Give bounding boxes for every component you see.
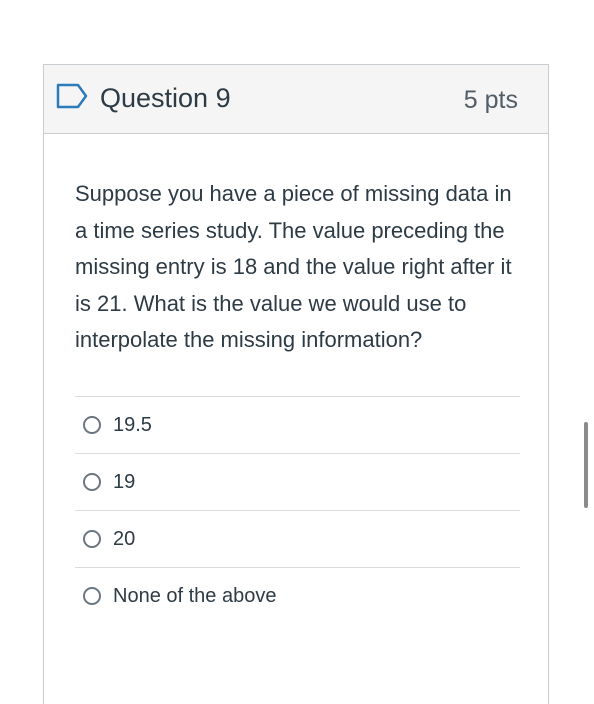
answer-label: 20 (113, 527, 136, 550)
question-points: 5 pts (463, 86, 518, 114)
radio-button[interactable] (83, 415, 101, 434)
answer-label: 19.5 (113, 413, 152, 436)
question-header: Question 9 5 pts (44, 65, 548, 134)
radio-button[interactable] (83, 529, 101, 548)
answer-option[interactable]: 19.5 (75, 397, 520, 454)
answer-option[interactable]: None of the above (75, 568, 520, 625)
answer-label: 19 (113, 470, 136, 493)
radio-button[interactable] (83, 587, 101, 605)
flag-question-icon[interactable] (56, 83, 88, 109)
question-text: Suppose you have a piece of missing data… (75, 181, 512, 352)
scrollbar-thumb[interactable] (584, 422, 588, 508)
answer-option[interactable]: 20 (75, 511, 520, 568)
question-card: Question 9 5 pts Suppose you have a piec… (43, 64, 549, 704)
answer-label: None of the above (113, 585, 277, 607)
answer-list: 19.5 19 20 None of the above (75, 395, 520, 625)
answer-option[interactable]: 19 (75, 454, 520, 511)
radio-button[interactable] (83, 472, 101, 491)
question-body: Suppose you have a piece of missing data… (44, 134, 548, 625)
question-title: Question 9 (100, 83, 231, 113)
